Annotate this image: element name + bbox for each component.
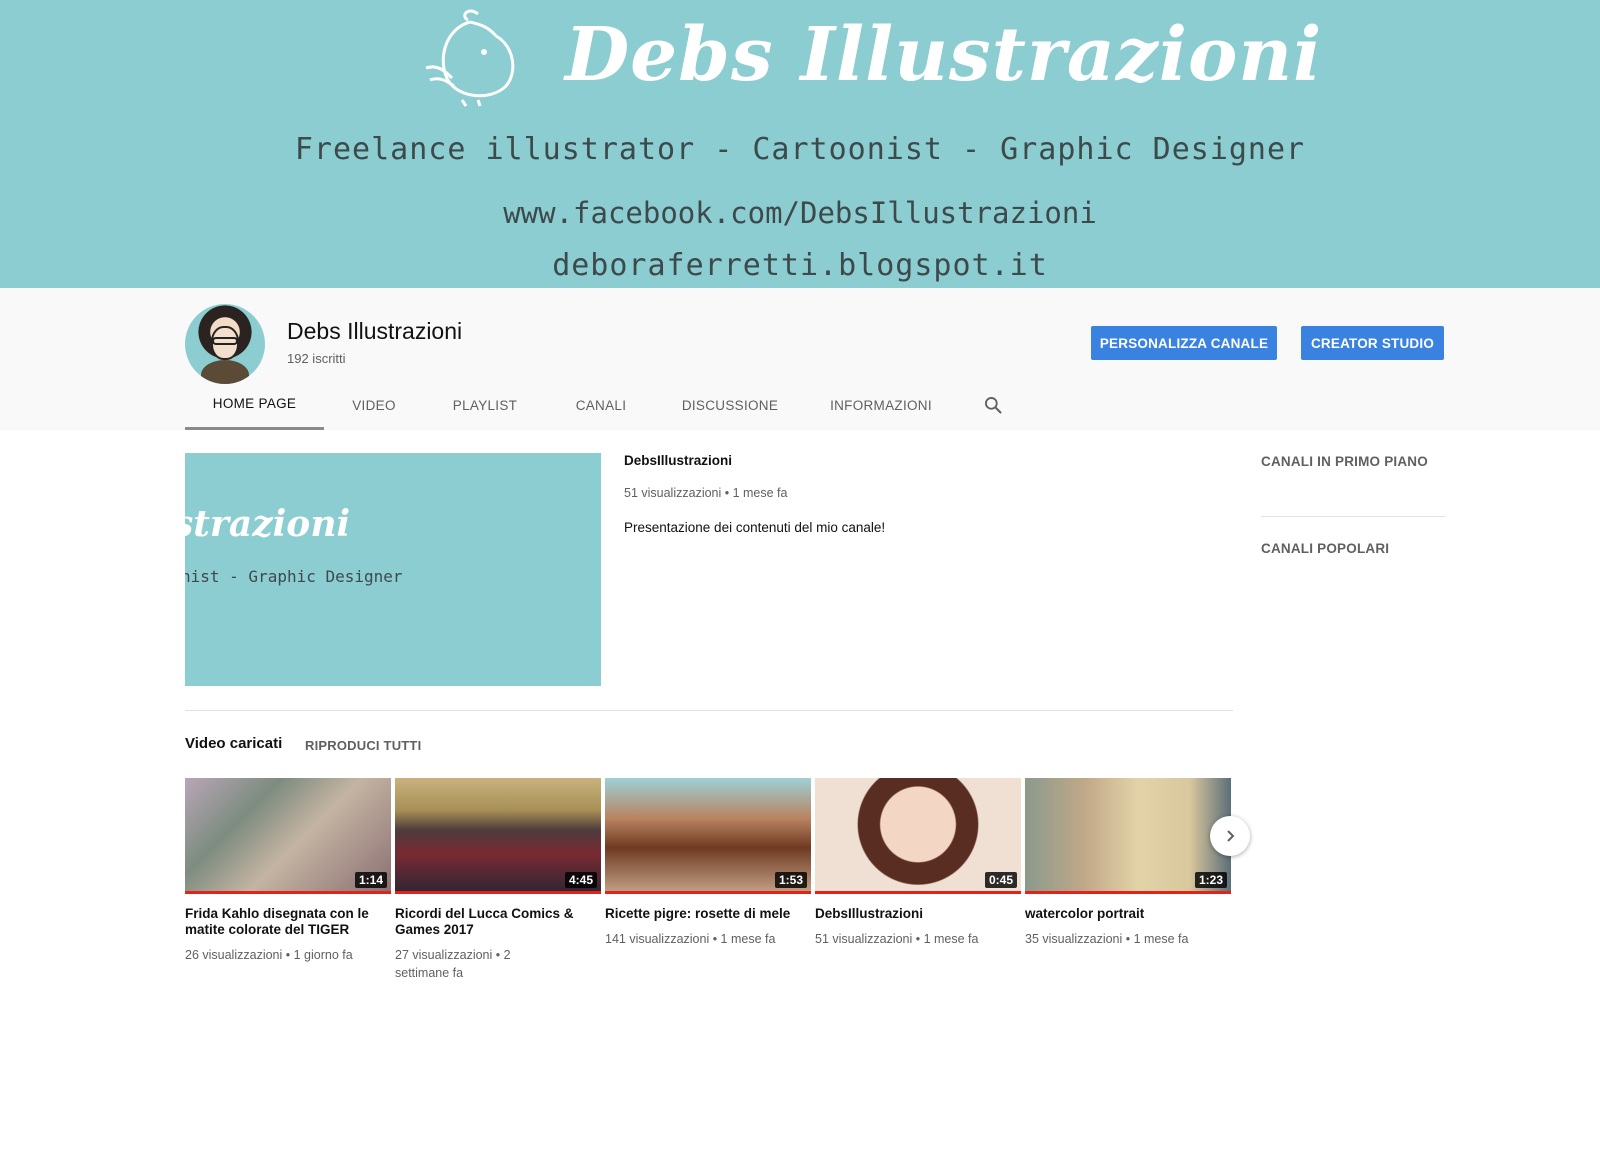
video-title[interactable]: Ricette pigre: rosette di mele	[605, 906, 811, 922]
featured-channels-heading: CANALI IN PRIMO PIANO	[1261, 454, 1428, 469]
video-title[interactable]: DebsIllustrazioni	[815, 906, 1021, 922]
featured-video-meta: 51 visualizzazioni • 1 mese fa	[624, 486, 788, 500]
video-meta: 35 visualizzazioni • 1 mese fa	[1025, 932, 1189, 946]
section-divider	[185, 710, 1233, 711]
channel-avatar[interactable]	[185, 304, 265, 384]
video-card[interactable]: 0:45 DebsIllustrazioni 51 visualizzazion…	[815, 778, 1021, 948]
video-title[interactable]: Ricordi del Lucca Comics & Games 2017	[395, 906, 601, 938]
video-title[interactable]: watercolor portrait	[1025, 906, 1231, 922]
bird-logo-icon	[425, 9, 515, 107]
progress-bar	[815, 891, 1021, 894]
video-title[interactable]: Frida Kahlo disegnata con le matite colo…	[185, 906, 391, 938]
subscriber-count: 192 iscritti	[287, 351, 346, 366]
tab-about[interactable]: INFORMAZIONI	[804, 380, 958, 430]
play-all-link[interactable]: RIPRODUCI TUTTI	[305, 738, 421, 753]
video-card[interactable]: 1:23 watercolor portrait 35 visualizzazi…	[1025, 778, 1231, 948]
avatar-glasses	[212, 337, 238, 345]
video-duration: 1:23	[1194, 872, 1227, 888]
video-duration: 0:45	[984, 872, 1017, 888]
banner-tagline: Freelance illustrator - Cartoonist - Gra…	[294, 132, 1306, 167]
tab-discussion[interactable]: DISCUSSIONE	[656, 380, 804, 430]
video-thumbnail[interactable]: 1:23	[1025, 778, 1231, 894]
progress-bar	[1025, 891, 1231, 894]
progress-bar	[395, 891, 601, 894]
uploads-heading: Video caricati	[185, 735, 283, 752]
chevron-right-icon	[1227, 830, 1235, 842]
featured-video-description: Presentazione dei contenuti del mio cana…	[624, 520, 886, 535]
featured-video-title[interactable]: DebsIllustrazioni	[624, 453, 732, 468]
video-meta: 141 visualizzazioni • 1 mese fa	[605, 932, 776, 946]
video-card[interactable]: 4:45 Ricordi del Lucca Comics & Games 20…	[395, 778, 601, 982]
tab-home[interactable]: HOME PAGE	[185, 380, 324, 430]
progress-bar	[185, 891, 391, 894]
creator-studio-button[interactable]: CREATOR STUDIO	[1301, 326, 1444, 360]
tab-video[interactable]: VIDEO	[324, 380, 424, 430]
banner-blog-link: deboraferretti.blogspot.it	[552, 248, 1048, 283]
channel-name: Debs Illustrazioni	[287, 318, 463, 344]
featured-video-thumbnail[interactable]: strazioni nist - Graphic Designer	[185, 453, 601, 686]
video-duration: 1:14	[354, 872, 387, 888]
video-duration: 4:45	[564, 872, 597, 888]
video-thumbnail[interactable]: 1:53	[605, 778, 811, 894]
banner-facebook-link: www.facebook.com/DebsIllustrazioni	[503, 196, 1097, 230]
video-meta: 51 visualizzazioni • 1 mese fa	[815, 932, 979, 946]
sidebar-divider	[1261, 516, 1445, 517]
channel-header: Debs Illustrazioni 192 iscritti PERSONAL…	[0, 288, 1600, 430]
video-thumbnail[interactable]: 1:14	[185, 778, 391, 894]
popular-channels-heading: CANALI POPOLARI	[1261, 541, 1390, 556]
customize-channel-button[interactable]: PERSONALIZZA CANALE	[1091, 326, 1277, 360]
banner-title: Debs Illustrazioni	[565, 12, 1323, 98]
video-thumbnail[interactable]: 0:45	[815, 778, 1021, 894]
video-card[interactable]: 1:14 Frida Kahlo disegnata con le matite…	[185, 778, 391, 964]
search-icon-svg	[985, 397, 1002, 414]
channel-tabs: HOME PAGE VIDEO PLAYLIST CANALI DISCUSSI…	[185, 380, 1028, 430]
video-meta: 26 visualizzazioni • 1 giorno fa	[185, 948, 353, 962]
tab-playlist[interactable]: PLAYLIST	[424, 380, 546, 430]
video-duration: 1:53	[774, 872, 807, 888]
search-icon[interactable]	[958, 380, 1028, 430]
next-videos-button[interactable]	[1210, 816, 1250, 856]
featured-thumb-title: strazioni	[185, 503, 351, 545]
video-thumbnail[interactable]: 4:45	[395, 778, 601, 894]
featured-thumb-subtitle: nist - Graphic Designer	[185, 567, 403, 586]
channel-banner: Debs Illustrazioni Freelance illustrator…	[0, 0, 1600, 288]
tab-channels[interactable]: CANALI	[546, 380, 656, 430]
video-meta: 27 visualizzazioni • 2 settimane fa	[395, 948, 511, 980]
progress-bar	[605, 891, 811, 894]
video-card[interactable]: 1:53 Ricette pigre: rosette di mele 141 …	[605, 778, 811, 948]
